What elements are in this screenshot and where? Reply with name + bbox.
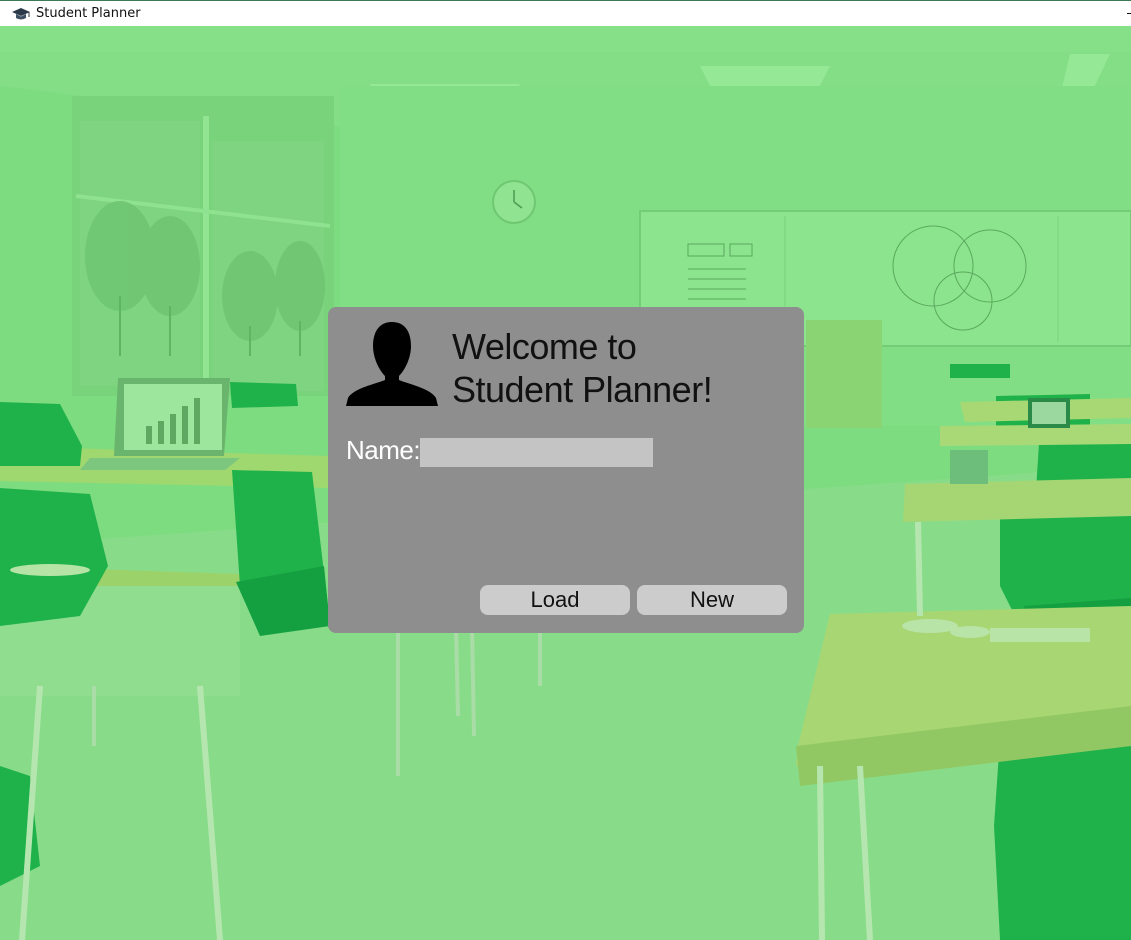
welcome-dialog: Welcome to Student Planner! Name: Load N… bbox=[328, 307, 804, 633]
window-title: Student Planner bbox=[36, 6, 141, 21]
user-silhouette-icon bbox=[346, 320, 438, 406]
new-button[interactable]: New bbox=[637, 585, 787, 615]
title-bar[interactable]: Student Planner bbox=[0, 0, 1131, 26]
welcome-heading: Welcome to Student Planner! bbox=[452, 325, 713, 411]
name-input[interactable] bbox=[420, 438, 653, 467]
welcome-line-2: Student Planner! bbox=[452, 369, 713, 410]
name-label: Name: bbox=[346, 435, 421, 465]
app-window: Student Planner Welcome to Student Plann… bbox=[0, 0, 1131, 940]
graduation-cap-icon bbox=[11, 7, 31, 21]
welcome-line-1: Welcome to bbox=[452, 326, 637, 367]
load-button[interactable]: Load bbox=[480, 585, 630, 615]
minimize-glyph[interactable] bbox=[1127, 13, 1131, 14]
